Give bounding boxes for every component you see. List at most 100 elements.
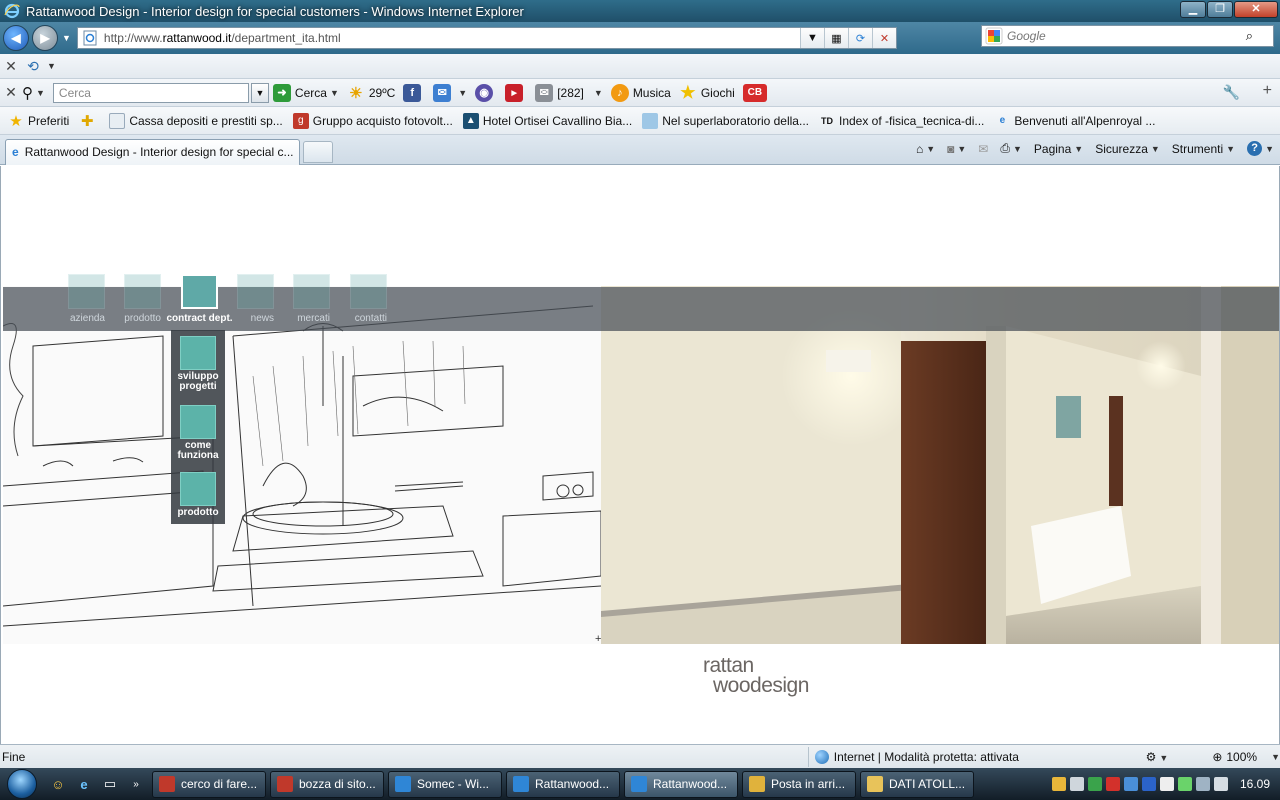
back-button[interactable]: ◀ (3, 25, 29, 51)
menu-mercati[interactable]: mercati (293, 274, 330, 324)
zoom-control[interactable]: ⊕ 100% ▼ (1212, 750, 1280, 764)
tray-printer-icon[interactable] (1069, 777, 1084, 791)
favorite-link[interactable]: e Benvenuti all'Alpenroyal ... (994, 113, 1156, 129)
recent-pages-dropdown[interactable]: ▼ (62, 33, 71, 43)
pdf-icon (159, 776, 175, 792)
address-bar[interactable]: http://www.rattanwood.it/department_ita.… (76, 27, 897, 49)
print-button[interactable]: ⎙ ▼ (1000, 141, 1022, 156)
mail-count-button[interactable]: ✉ [282] ▼ (535, 83, 603, 102)
menu-tile (293, 274, 330, 309)
submenu-come-funziona[interactable]: come funziona (177, 405, 219, 461)
tray-bluetooth-icon[interactable] (1141, 777, 1156, 791)
new-tab-button[interactable] (303, 140, 333, 163)
stop-icon[interactable]: ✕ (871, 28, 896, 48)
menu-azienda[interactable]: azienda (68, 274, 105, 324)
page-menu[interactable]: Pagina ▼ (1034, 142, 1083, 156)
envelope-icon: ✉ (535, 83, 554, 102)
toolbar-dropdown-icon[interactable]: ▼ (47, 61, 56, 71)
toolbar-search-input[interactable]: Cerca (52, 82, 249, 103)
update-icon[interactable]: ⟲ (22, 58, 44, 75)
quicklaunch-more-icon[interactable]: » (124, 772, 148, 796)
add-favorite-button[interactable]: ✚ (79, 112, 99, 130)
links-toolbar: ✕ ⟲ ▼ (0, 54, 1280, 79)
tray-network-icon[interactable] (1195, 777, 1210, 791)
radio-button[interactable]: ◉ (475, 83, 497, 102)
add-favorite-icon: ✚ (81, 112, 94, 130)
security-menu[interactable]: Sicurezza ▼ (1095, 142, 1160, 156)
cb-button[interactable]: CB (742, 83, 771, 102)
taskbar: ☺ e ▭ » cerco di fare... bozza di sito..… (0, 768, 1280, 800)
hotel-icon: ▲ (462, 112, 479, 129)
submenu-sviluppo-progetti[interactable]: sviluppo progetti (177, 336, 219, 392)
add-icon[interactable]: + (1263, 82, 1272, 100)
read-mail-button[interactable]: ✉ (978, 142, 988, 156)
tab-rattanwood[interactable]: e Rattanwood Design - Interior design fo… (5, 138, 300, 165)
help-icon: ? (1247, 141, 1263, 156)
menu-news[interactable]: news (237, 274, 274, 324)
rattanwood-logo[interactable]: rattan woodesign (703, 655, 809, 696)
music-button[interactable]: ♪ Musica (610, 83, 671, 102)
task-button-active[interactable]: Rattanwood... (624, 770, 738, 798)
submenu-prodotto[interactable]: prodotto (177, 472, 219, 518)
security-zone[interactable]: Internet | Modalità protetta: attivata (807, 746, 1136, 767)
menu-tile (124, 274, 161, 309)
search-icon[interactable]: ⌕ (1246, 28, 1253, 44)
favorite-link[interactable]: TD Index of -fisica_tecnica-di... (819, 113, 984, 129)
quicklaunch-desktop-icon[interactable]: ▭ (98, 772, 122, 796)
task-button[interactable]: Rattanwood... (506, 770, 620, 798)
favorite-link[interactable]: g Gruppo acquisto fotovolt... (292, 112, 453, 129)
minimize-button[interactable]: ▁ (1180, 1, 1206, 18)
mail-button[interactable]: ✉ ▼ (433, 83, 467, 102)
menu-contatti[interactable]: contatti (350, 274, 387, 324)
facebook-button[interactable]: f (403, 83, 425, 102)
menu-prodotto[interactable]: prodotto (124, 274, 161, 324)
ie-icon (631, 776, 647, 792)
web-search-box[interactable]: Google ⌕ (981, 25, 1274, 47)
task-button[interactable]: bozza di sito... (270, 770, 384, 798)
tools-menu[interactable]: Strumenti ▼ (1172, 142, 1235, 156)
quicklaunch-messenger-icon[interactable]: ☺ (46, 772, 70, 796)
tray-battery-icon[interactable] (1177, 777, 1192, 791)
close-window-button[interactable]: ✕ (1234, 1, 1278, 18)
tab-bar: e Rattanwood Design - Interior design fo… (0, 135, 1280, 165)
task-button[interactable]: cerco di fare... (152, 770, 266, 798)
protected-mode-icon[interactable]: ⚙ ▼ (1146, 750, 1169, 764)
menu-contract-dept[interactable]: contract dept. (166, 274, 233, 324)
video-button[interactable]: ▶ (505, 83, 527, 102)
favorites-button[interactable]: ★ Preferiti (8, 113, 69, 130)
toolbar-search-button[interactable]: ➜ Cerca ▼ (272, 83, 339, 102)
help-button[interactable]: ? ▼ (1247, 141, 1274, 156)
tray-antivirus-icon[interactable] (1105, 777, 1120, 791)
zoom-icon: ⊕ (1212, 749, 1223, 764)
tray-flag-icon[interactable] (1159, 777, 1174, 791)
address-dropdown-icon[interactable]: ▼ (799, 28, 824, 48)
tray-sync-icon[interactable] (1087, 777, 1102, 791)
clock[interactable]: 16.09 (1240, 777, 1270, 791)
compatibility-view-icon[interactable]: ▦ (823, 28, 848, 48)
home-button[interactable]: ⌂ ▼ (916, 142, 935, 156)
favorite-link[interactable]: ▲ Hotel Ortisei Cavallino Bia... (462, 112, 632, 129)
refresh-icon[interactable]: ⟳ (847, 28, 872, 48)
favorite-link[interactable]: Cassa depositi e prestiti sp... (109, 112, 283, 129)
weather-button[interactable]: ☀ 29ºC (347, 84, 395, 102)
forward-button[interactable]: ▶ (32, 25, 58, 51)
tray-volume-icon[interactable] (1213, 777, 1228, 791)
task-button[interactable]: DATI ATOLL... (860, 770, 974, 798)
quicklaunch-ie-icon[interactable]: e (72, 772, 96, 796)
feeds-button[interactable]: ◙ ▼ (947, 142, 966, 156)
toolbar-search-dropdown[interactable]: ▼ (250, 82, 269, 103)
tray-update-icon[interactable] (1123, 777, 1138, 791)
close-toolbar-icon[interactable]: ✕ (0, 58, 22, 75)
toolbar-search-icon[interactable]: ⚲ ▼ (22, 84, 45, 102)
page-icon (83, 30, 97, 46)
favorite-link[interactable]: Nel superlaboratorio della... (642, 112, 809, 129)
start-button[interactable] (0, 768, 44, 800)
maximize-button[interactable]: ❐ (1207, 1, 1233, 18)
close-addon-toolbar-icon[interactable]: ✕ (0, 84, 22, 101)
tray-messenger-icon[interactable] (1051, 777, 1066, 791)
wrench-icon[interactable]: 🔧 (1223, 84, 1240, 101)
games-button[interactable]: ★ Giochi (679, 83, 735, 102)
task-button[interactable]: Somec - Wi... (388, 770, 502, 798)
favorites-bar: ★ Preferiti ✚ Cassa depositi e prestiti … (0, 107, 1280, 135)
task-button[interactable]: Posta in arri... (742, 770, 856, 798)
